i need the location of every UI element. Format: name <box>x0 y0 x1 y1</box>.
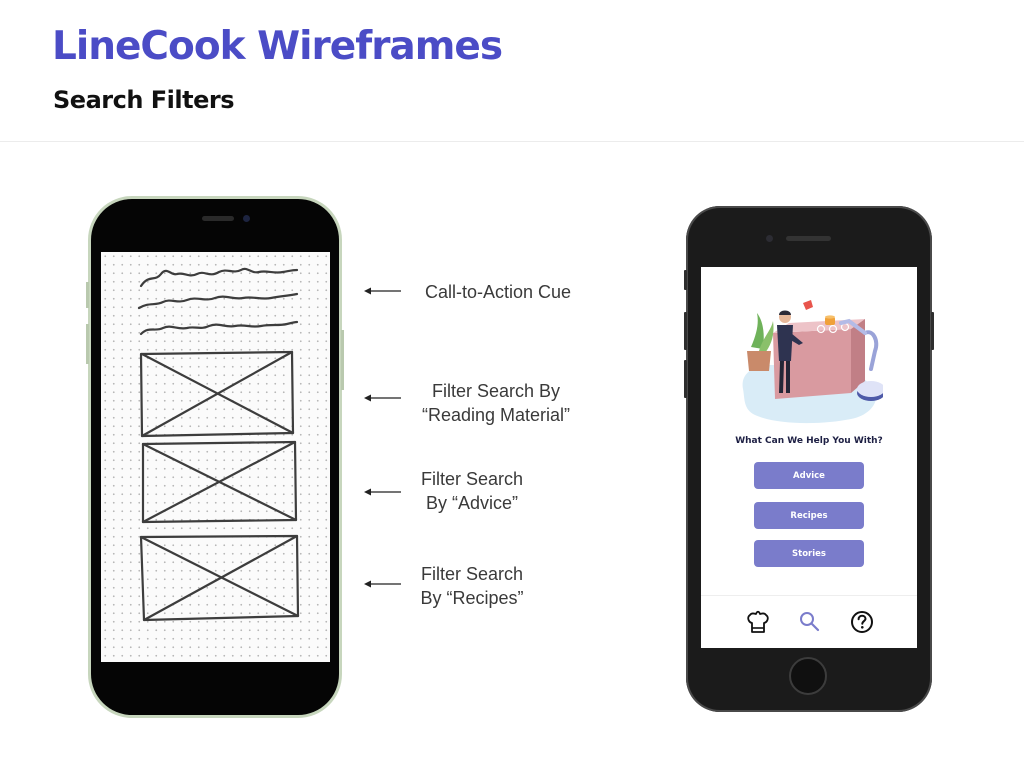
phone-side-button <box>684 312 687 350</box>
annotation-filter-reading-material: Filter Search By “Reading Material” <box>396 379 596 427</box>
phone-side-button <box>684 270 687 290</box>
annotation-line: Filter Search <box>420 469 524 489</box>
arrow-left-icon <box>364 287 401 295</box>
phone-speaker <box>786 236 831 241</box>
phone-side-button <box>86 324 89 364</box>
annotation-line: By “Advice” <box>425 493 519 513</box>
sketch-image-placeholder <box>139 350 295 438</box>
help-icon[interactable] <box>850 610 874 634</box>
sketch-image-placeholder <box>141 440 298 524</box>
phone-camera <box>766 235 773 242</box>
recipes-button[interactable]: Recipes <box>754 502 864 529</box>
annotation-call-to-action: Call-to-Action Cue <box>398 280 598 304</box>
help-heading: What Can We Help You With? <box>735 436 883 446</box>
sketch-paper <box>101 252 330 662</box>
bottom-nav-divider <box>701 595 917 596</box>
chef-hat-icon[interactable] <box>747 610 769 634</box>
advice-button[interactable]: Advice <box>754 462 864 489</box>
sketch-image-placeholder <box>139 534 300 622</box>
slide-subtitle: Search Filters <box>53 86 234 114</box>
phone-side-button <box>684 360 687 398</box>
annotation-filter-recipes: Filter Search By “Recipes” <box>372 562 572 610</box>
phone-side-button <box>931 312 934 350</box>
annotation-line: By “Recipes” <box>420 588 524 608</box>
slide-title: LineCook Wireframes <box>52 24 503 69</box>
home-button[interactable] <box>789 657 827 695</box>
annotation-line: Call-to-Action Cue <box>424 282 572 302</box>
sketch-squiggle-line <box>139 267 299 288</box>
chef-kitchen-illustration <box>742 300 883 424</box>
sketch-squiggle-line <box>139 320 299 336</box>
annotation-line: Filter Search By <box>431 381 561 401</box>
annotation-line: Filter Search <box>420 564 524 584</box>
phone-side-button <box>341 330 344 390</box>
annotation-line: “Reading Material” <box>421 405 571 425</box>
app-screen: What Can We Help You With? Advice Recipe… <box>701 267 917 648</box>
search-icon[interactable] <box>798 610 820 632</box>
annotation-filter-advice: Filter Search By “Advice” <box>372 467 572 515</box>
stories-button[interactable]: Stories <box>754 540 864 567</box>
phone-speaker <box>202 216 234 221</box>
sketch-drawing <box>137 267 300 622</box>
phone-side-button <box>86 282 89 308</box>
phone-camera <box>243 215 250 222</box>
sketch-squiggle-line <box>137 292 299 310</box>
header-divider <box>0 141 1024 142</box>
